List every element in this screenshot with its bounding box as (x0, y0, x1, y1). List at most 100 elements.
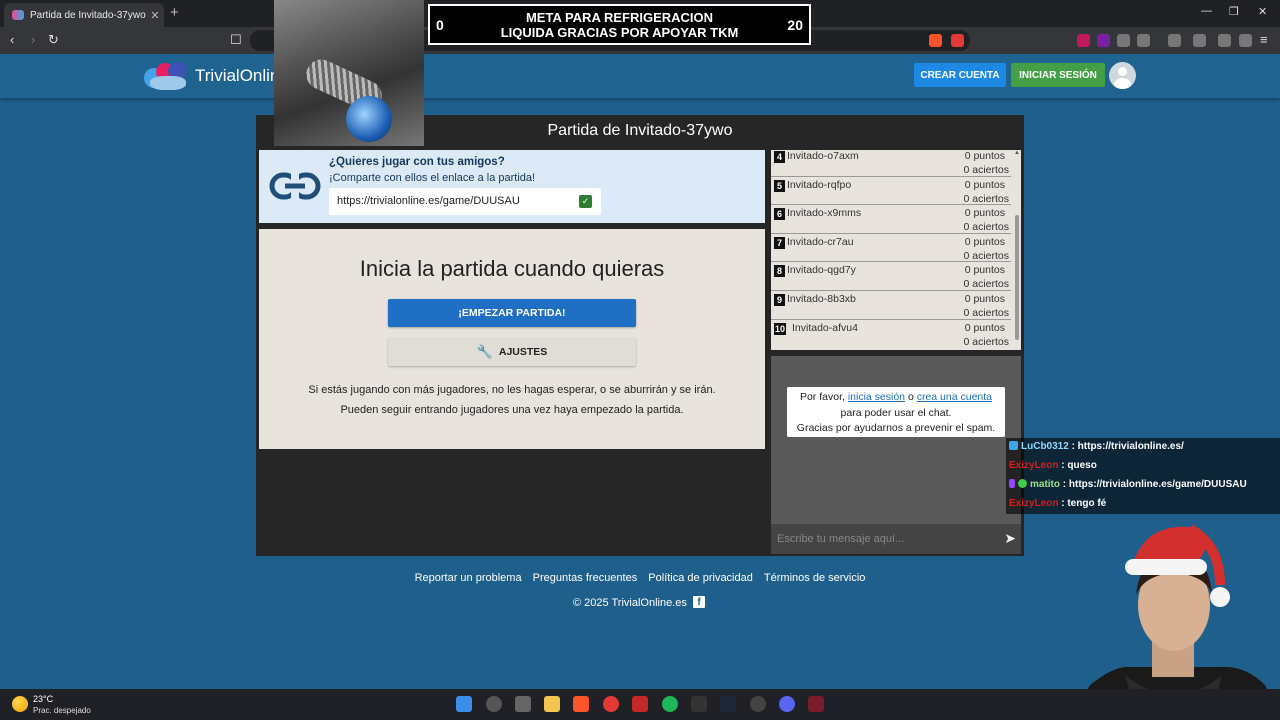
back-icon[interactable]: ‹ (10, 32, 14, 47)
goal-text: META PARA REFRIGERACION LIQUIDA GRACIAS … (470, 10, 769, 40)
player-number: 5 (774, 179, 785, 192)
favicon-icon (12, 10, 24, 20)
steam-icon[interactable] (720, 696, 736, 712)
player-points: 0 puntos (964, 178, 1005, 191)
rgb-fan (346, 96, 392, 142)
chat-text: : queso (1058, 460, 1097, 471)
start-box: Inicia la partida cuando quieras ¡EMPEZA… (259, 229, 765, 449)
obs-icon[interactable] (750, 696, 766, 712)
stream-chat-message: LuCb0312 : https://trivialonline.es/ (1009, 441, 1184, 452)
player-row: 4 Invitado-o7axm 0 puntos 0 aciertos (771, 150, 1011, 177)
task-view-icon[interactable] (515, 696, 531, 712)
window-close-icon[interactable]: ✕ (1258, 5, 1267, 18)
start-icon[interactable] (456, 696, 472, 712)
chat-login-link[interactable]: inicia sesión (848, 391, 905, 403)
start-note: Si estás jugando con más jugadores, no l… (308, 384, 716, 396)
player-number: 10 (774, 322, 787, 335)
login-button[interactable]: INICIAR SESIÓN (1011, 63, 1105, 87)
stream-chat-overlay: LuCb0312 : https://trivialonline.es/ Exi… (1006, 438, 1280, 514)
player-name: Invitado-8b3xb (787, 293, 856, 305)
privacy-link[interactable]: Política de privacidad (648, 572, 753, 584)
player-row: 6 Invitado-x9mms 0 puntos 0 aciertos (771, 205, 1011, 234)
forward-icon[interactable]: › (31, 32, 35, 47)
start-game-button[interactable]: ¡EMPEZAR PARTIDA! (388, 299, 636, 327)
extension-icon[interactable] (1097, 34, 1110, 47)
spotify-icon[interactable] (662, 696, 678, 712)
search-icon[interactable] (486, 696, 502, 712)
close-tab-icon[interactable]: ✕ (146, 9, 164, 22)
terms-link[interactable]: Términos de servicio (764, 572, 865, 584)
facebook-icon[interactable]: f (693, 596, 705, 608)
notice-text: Por favor, (799, 391, 848, 403)
new-tab-icon[interactable]: + (170, 4, 179, 21)
stream-chat-message: ExizyLeon : queso (1009, 460, 1097, 471)
extension-icon[interactable] (1117, 34, 1130, 47)
wallet-icon[interactable] (1193, 34, 1206, 47)
menu-icon[interactable]: ≡ (1260, 32, 1268, 47)
player-hits: 0 aciertos (963, 192, 1009, 205)
epic-games-icon[interactable] (691, 696, 707, 712)
player-list-scrollbar[interactable]: ▲ (1013, 150, 1021, 350)
player-row: 9 Invitado-8b3xb 0 puntos 0 aciertos (771, 291, 1011, 320)
restore-icon[interactable]: ❐ (1229, 5, 1239, 18)
media-player-icon[interactable] (603, 696, 619, 712)
windows-taskbar: 23°C Prac. despejado (0, 689, 1280, 720)
scrollbar-thumb[interactable] (1015, 215, 1019, 340)
chat-create-account-link[interactable]: crea una cuenta (917, 391, 992, 403)
create-account-button[interactable]: CREAR CUENTA (914, 63, 1006, 87)
scroll-up-icon[interactable]: ▲ (1013, 150, 1021, 156)
chat-user: LuCb0312 (1021, 441, 1069, 452)
player-hits: 0 aciertos (963, 249, 1009, 262)
player-name: Invitado-qgd7y (787, 264, 856, 277)
start-note: Pueden seguir entrando jugadores una vez… (340, 404, 684, 416)
faq-link[interactable]: Preguntas frecuentes (533, 572, 638, 584)
invite-share-text: ¡Comparte con ellos el enlace a la parti… (329, 172, 536, 184)
player-name: Invitado-x9mms (787, 207, 862, 220)
weather-icon[interactable] (12, 696, 28, 712)
player-name: Invitado-afvu4 (792, 321, 858, 334)
extension-icon[interactable] (1137, 34, 1150, 47)
weather-temp: 23°C (33, 694, 54, 704)
report-problem-link[interactable]: Reportar un problema (415, 572, 522, 584)
reload-icon[interactable]: ↻ (48, 32, 59, 48)
link-icon (269, 171, 321, 201)
weather-desc: Prac. despejado (33, 706, 91, 715)
game-link-field[interactable]: https://trivialonline.es/game/DUUSAU ✓ (329, 188, 601, 215)
chat-user: ExizyLeon (1009, 460, 1059, 471)
notice-text: Gracias por ayudarnos a prevenir el spam… (796, 422, 996, 434)
player-number: 4 (774, 151, 785, 163)
invite-box: ¿Quieres jugar con tus amigos? ¡Comparte… (259, 150, 765, 223)
leo-icon[interactable] (1218, 34, 1231, 47)
player-row: 8 Invitado-qgd7y 0 puntos 0 aciertos (771, 262, 1011, 291)
logo-icon[interactable] (144, 60, 190, 90)
discord-icon[interactable] (779, 696, 795, 712)
site-header: TrivialOnline CREAR CUENTA INICIAR SESIÓ… (0, 54, 1280, 98)
start-title: Inicia la partida cuando quieras (359, 256, 665, 281)
app-icon[interactable] (632, 696, 648, 712)
player-list[interactable]: 4 Invitado-o7axm 0 puntos 0 aciertos 5 I… (771, 150, 1021, 350)
goal-max: 20 (787, 17, 803, 33)
extension-icon[interactable] (1077, 34, 1090, 47)
send-icon[interactable]: ➤ (1004, 530, 1016, 547)
copy-check-icon[interactable]: ✓ (579, 195, 592, 208)
badge-icon (1018, 479, 1027, 488)
sidebar-icon[interactable] (1168, 34, 1181, 47)
browser-tab[interactable]: Partida de Invitado-37ywo ✕ (4, 3, 164, 27)
settings-button[interactable]: 🔧 AJUSTES (388, 338, 636, 366)
user-avatar-icon[interactable] (1109, 62, 1136, 89)
vpn-icon[interactable] (1239, 34, 1252, 47)
game-link-text: https://trivialonline.es/game/DUUSAU (337, 195, 520, 207)
minimize-icon[interactable]: — (1201, 5, 1212, 17)
chat-text: : https://trivialonline.es/game/DUUSAU (1060, 479, 1247, 490)
brave-shield-icon[interactable] (929, 34, 942, 47)
file-explorer-icon[interactable] (544, 696, 560, 712)
player-points: 0 puntos (964, 235, 1005, 248)
rewards-icon[interactable] (951, 34, 964, 47)
chat-message-input[interactable] (777, 530, 987, 548)
app-icon[interactable] (808, 696, 824, 712)
stream-chat-message: ExizyLeon : tengo fé (1009, 498, 1106, 509)
player-points: 0 puntos (964, 321, 1005, 334)
notice-text: para poder usar el chat. (840, 406, 952, 419)
bookmark-icon[interactable]: ☐ (230, 32, 242, 48)
brave-icon[interactable] (573, 696, 589, 712)
